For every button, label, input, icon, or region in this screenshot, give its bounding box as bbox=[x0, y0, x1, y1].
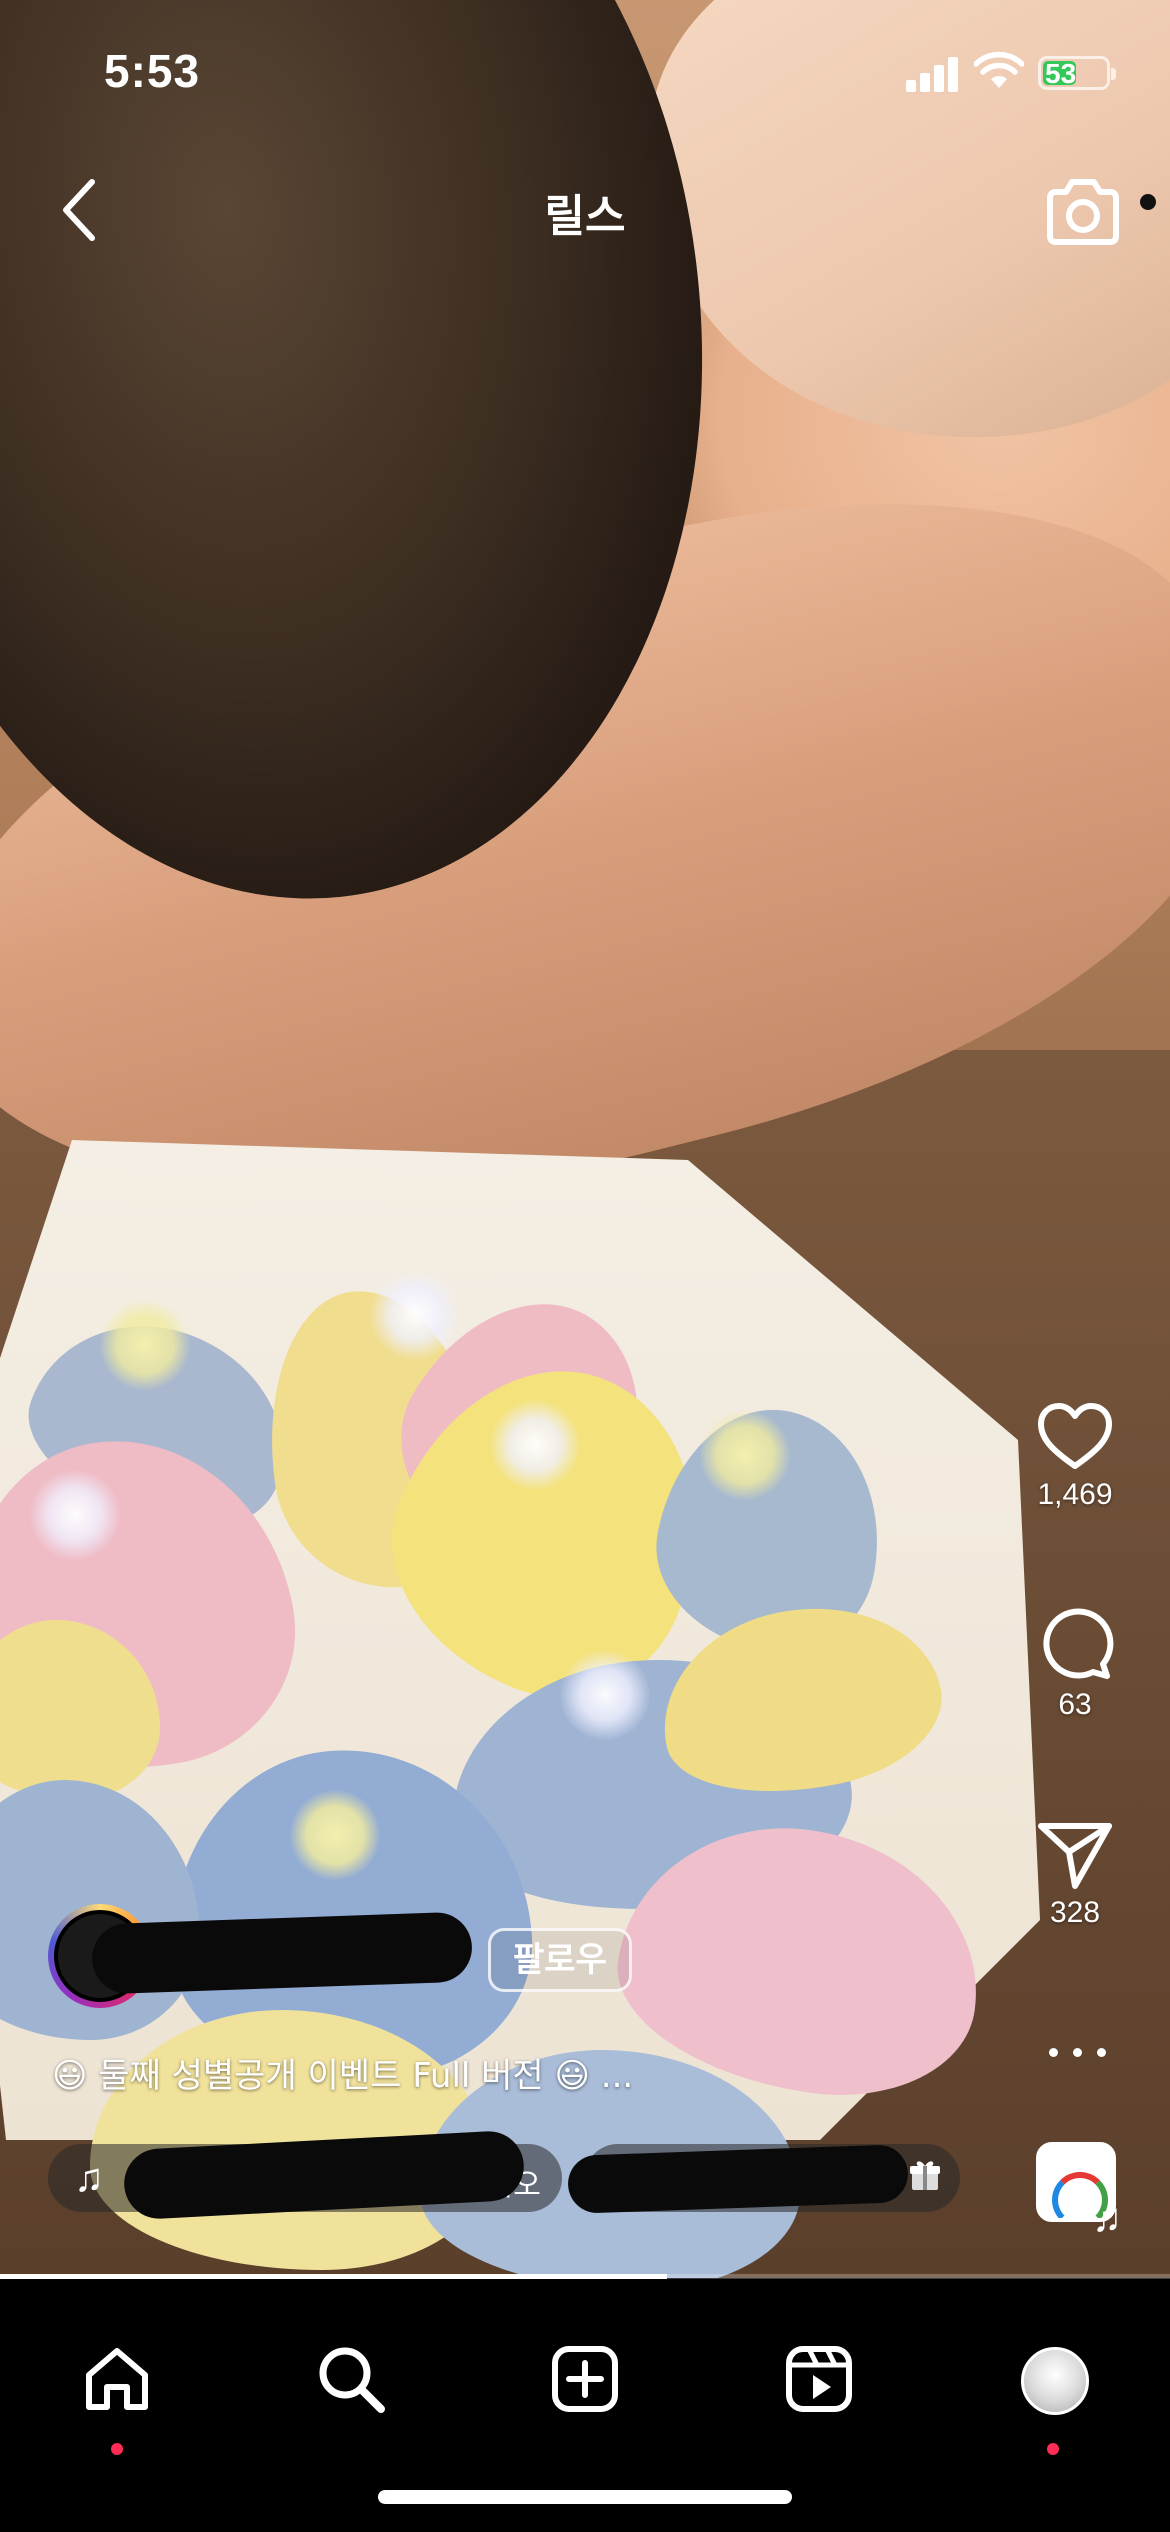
caption-text[interactable]: 😃 둘째 성별공개 이벤트 Full 버전 😃 ... bbox=[52, 2048, 633, 2097]
heart-icon bbox=[1038, 1403, 1112, 1469]
video-flower-decoration bbox=[700, 1410, 790, 1500]
home-icon bbox=[86, 2348, 148, 2410]
tab-search[interactable] bbox=[291, 2319, 411, 2439]
video-flower-decoration bbox=[370, 1270, 460, 1360]
share-button[interactable]: 328 bbox=[1030, 1820, 1120, 1930]
video-flower-decoration bbox=[100, 1300, 190, 1390]
home-indicator[interactable] bbox=[378, 2490, 792, 2504]
status-time: 5:53 bbox=[104, 45, 201, 97]
status-bar: 5:53 53 bbox=[0, 0, 1170, 140]
wifi-icon bbox=[974, 51, 1024, 88]
video-flower-decoration bbox=[490, 1400, 580, 1490]
search-icon bbox=[319, 2347, 385, 2413]
video-flower-decoration bbox=[560, 1650, 650, 1740]
camera-notification-dot bbox=[1140, 194, 1156, 210]
profile-avatar-icon bbox=[1021, 2347, 1089, 2415]
like-count: 1,469 bbox=[1037, 1478, 1113, 1511]
battery-cap bbox=[1111, 68, 1116, 80]
gift-icon bbox=[910, 2161, 940, 2190]
paper-plane-icon bbox=[1038, 1823, 1112, 1889]
plus-square-icon bbox=[552, 2346, 618, 2412]
cellular-signal-icon bbox=[906, 56, 960, 92]
follow-button[interactable]: 팔로우 bbox=[488, 1928, 632, 1992]
video-flower-decoration bbox=[290, 1790, 380, 1880]
more-options-button[interactable] bbox=[1045, 2036, 1111, 2066]
comment-bubble-icon bbox=[1043, 1608, 1114, 1679]
music-note-icon: ♫ bbox=[74, 2156, 104, 2200]
profile-notification-dot bbox=[1047, 2443, 1059, 2455]
tab-create[interactable] bbox=[525, 2319, 645, 2439]
tab-home[interactable] bbox=[57, 2319, 177, 2455]
reels-icon bbox=[786, 2346, 852, 2412]
page-title: 릴스 bbox=[544, 192, 626, 241]
like-button[interactable]: 1,469 bbox=[1030, 1400, 1120, 1512]
redacted-username bbox=[90, 1911, 474, 1995]
tab-reels[interactable] bbox=[759, 2319, 879, 2439]
comment-button[interactable]: 63 bbox=[1030, 1606, 1120, 1722]
home-notification-dot bbox=[111, 2443, 123, 2455]
tab-profile[interactable] bbox=[993, 2319, 1113, 2455]
video-flower-decoration bbox=[30, 1470, 120, 1560]
camera-icon bbox=[1047, 179, 1119, 245]
battery-level: 53 bbox=[1045, 58, 1077, 89]
redacted-location-name bbox=[567, 2144, 909, 2214]
share-count: 328 bbox=[1049, 1896, 1101, 1929]
comment-count: 63 bbox=[1058, 1688, 1092, 1721]
music-note-icon: ♫ bbox=[1092, 2196, 1122, 2240]
camera-button[interactable] bbox=[1040, 170, 1126, 256]
battery-icon: 53 bbox=[1038, 56, 1116, 90]
